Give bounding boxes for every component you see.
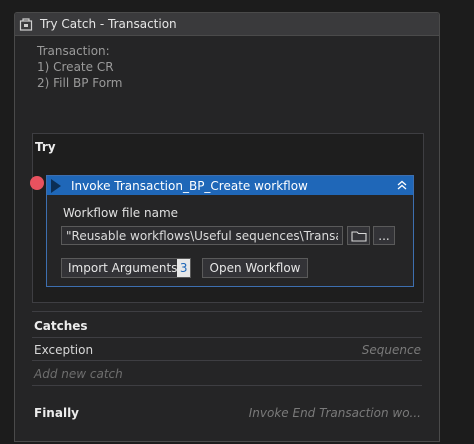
browse-folder-button[interactable]	[347, 226, 370, 245]
catch-handler[interactable]: Sequence	[362, 343, 421, 357]
play-icon	[51, 178, 61, 193]
try-catch-icon	[18, 16, 34, 32]
finally-drop-hint[interactable]: Invoke End Transaction wo...	[249, 406, 421, 420]
try-title: Try	[35, 140, 56, 154]
catches-title: Catches	[34, 319, 88, 333]
invoke-workflow-header[interactable]: Invoke Transaction_BP_Create workflow	[47, 176, 413, 195]
add-new-catch-link[interactable]: Add new catch	[34, 367, 123, 381]
divider	[32, 385, 422, 386]
breakpoint-icon[interactable]	[30, 176, 44, 190]
activity-annotation: Transaction: 1) Create CR 2) Fill BP For…	[37, 43, 123, 91]
folder-icon	[350, 230, 367, 242]
invoke-workflow-activity[interactable]: Invoke Transaction_BP_Create workflow Wo…	[46, 175, 414, 287]
activity-title-bar[interactable]: Try Catch - Transaction	[15, 13, 439, 36]
import-arguments-button[interactable]: Import Arguments 3	[61, 258, 191, 278]
collapse-icon[interactable]	[395, 178, 409, 192]
annotation-line: 2) Fill BP Form	[37, 76, 123, 90]
workflow-file-label: Workflow file name	[63, 206, 179, 220]
annotation-line: Transaction:	[37, 44, 110, 58]
workflow-file-input[interactable]	[61, 226, 343, 245]
divider	[32, 360, 422, 361]
annotation-line: 1) Create CR	[37, 60, 114, 74]
open-workflow-button[interactable]: Open Workflow	[202, 258, 308, 278]
divider	[32, 311, 422, 312]
invoke-workflow-title: Invoke Transaction_BP_Create workflow	[71, 178, 308, 193]
finally-title: Finally	[34, 406, 79, 420]
import-arguments-label: Import Arguments	[68, 261, 178, 275]
import-arguments-count-badge: 3	[177, 259, 190, 277]
activity-title: Try Catch - Transaction	[40, 17, 177, 31]
catch-exception-type[interactable]: Exception	[34, 343, 93, 357]
more-options-button[interactable]: ...	[373, 226, 395, 245]
try-catch-activity[interactable]: Try Catch - Transaction Transaction: 1) …	[14, 12, 440, 442]
divider	[32, 337, 422, 338]
